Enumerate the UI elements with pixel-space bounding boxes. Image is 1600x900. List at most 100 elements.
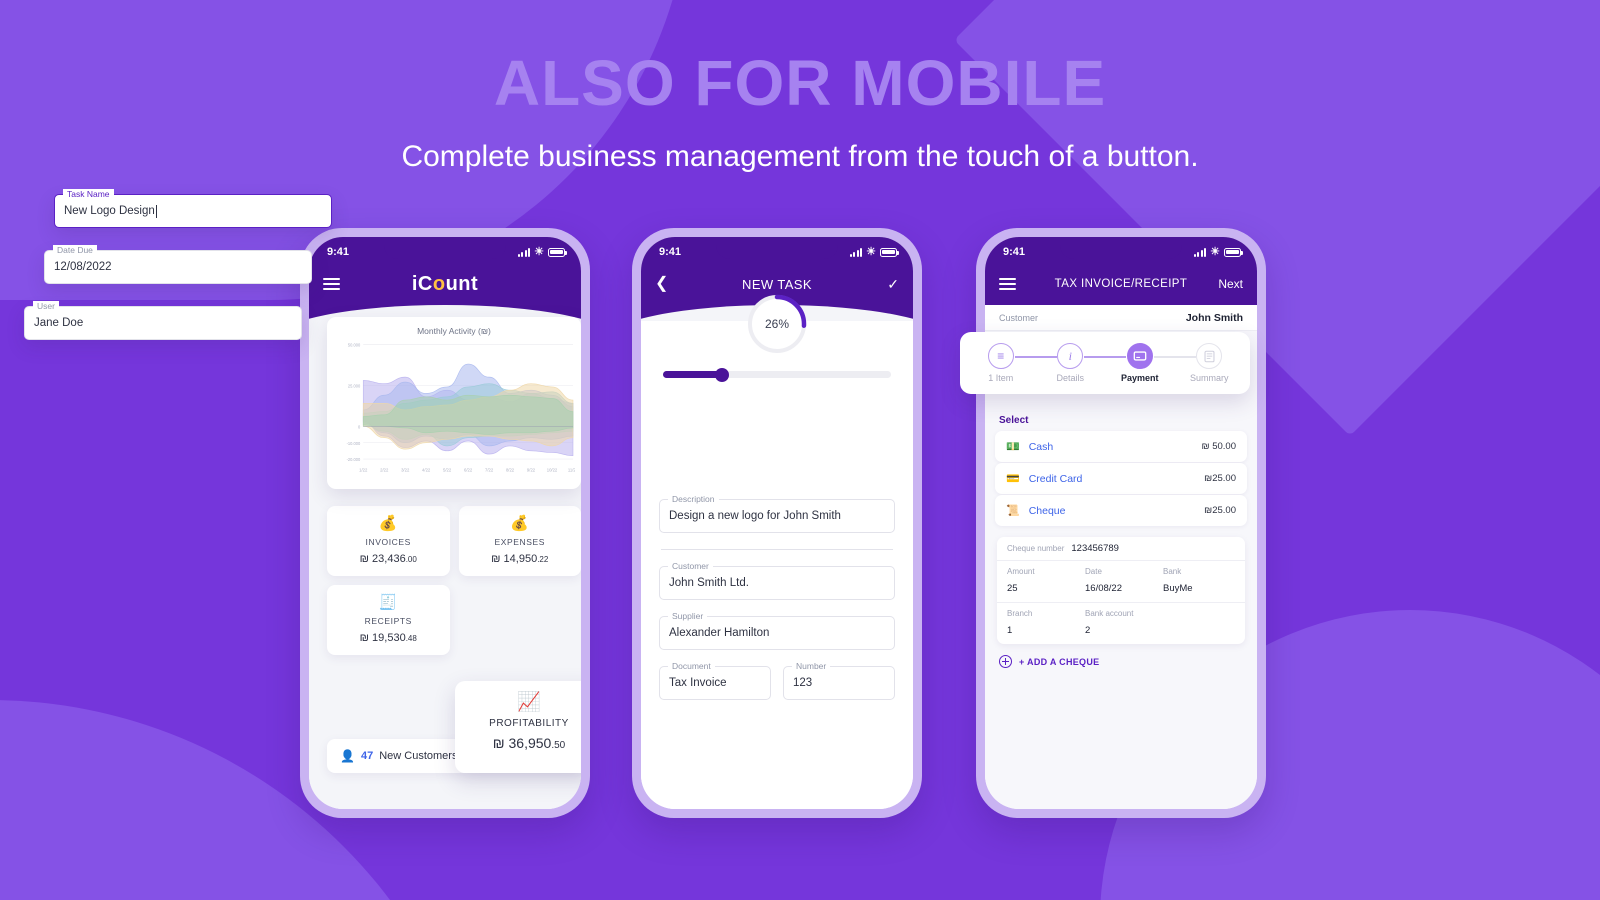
hamburger-icon[interactable] <box>323 278 340 290</box>
brand-dot: o <box>432 272 446 295</box>
stat-value: ₪ 23,436.00 <box>331 553 446 565</box>
svg-text:5/22: 5/22 <box>443 468 452 473</box>
payment-amount: ₪ 50.00 <box>1201 441 1236 452</box>
nav-title: TAX INVOICE/RECEIPT <box>1054 278 1188 290</box>
field-document[interactable]: Document Tax Invoice <box>659 661 771 700</box>
step-1-item[interactable]: ≡ 1 Item <box>969 343 1057 383</box>
checkout-stepper: ≡ 1 Item i Details Payment Summary <box>960 332 1250 394</box>
stat-card-invoices[interactable]: 💰 INVOICES ₪ 23,436.00 <box>327 506 450 576</box>
add-cheque-label: + ADD A CHEQUE <box>1019 656 1100 667</box>
nav-title: NEW TASK <box>742 276 812 292</box>
stat-card-expenses[interactable]: 💰 EXPENSES ₪ 14,950.22 <box>458 506 581 576</box>
step-details[interactable]: i Details <box>1038 343 1127 383</box>
step-payment[interactable]: Payment <box>1108 343 1196 383</box>
step-summary[interactable]: Summary <box>1177 343 1241 383</box>
field-value: New Logo Design <box>64 205 155 217</box>
field-label: Supplier <box>668 611 708 621</box>
customer-bar[interactable]: Customer John Smith <box>985 305 1257 331</box>
hamburger-icon[interactable] <box>999 278 1016 290</box>
cheque-amount-cell: Amount 25 <box>1007 567 1079 596</box>
form-divider <box>661 549 893 550</box>
task-progress-slider[interactable] <box>663 367 891 382</box>
field-user[interactable]: User Jane Doe <box>24 301 302 340</box>
svg-text:10/22: 10/22 <box>547 468 558 473</box>
cheque-bank-value: BuyMe <box>1163 583 1193 594</box>
app-brand: iCount <box>309 273 581 296</box>
card-icon <box>1126 343 1153 369</box>
battery-icon <box>1224 247 1243 257</box>
field-task-name[interactable]: Task Name New Logo Design <box>54 189 332 228</box>
field-date-due[interactable]: Date Due 12/08/2022 <box>44 245 312 284</box>
card-icon: 💳 <box>1006 473 1020 485</box>
field-supplier[interactable]: Supplier Alexander Hamilton <box>659 611 895 650</box>
cash-icon: 💵 <box>1006 441 1020 453</box>
stat-card-profitability[interactable]: 📈 PROFITABILITY ₪ 36,950.50 <box>455 681 581 773</box>
next-button[interactable]: Next <box>1218 277 1243 291</box>
phone3-notch <box>1060 237 1182 259</box>
chevron-left-icon[interactable]: ❮ <box>655 276 668 292</box>
cheque-row-2[interactable]: Branch 1 Bank account 2 <box>997 603 1245 644</box>
step-label: 1 Item <box>988 373 1014 383</box>
stat-label: INVOICES <box>365 537 411 547</box>
monthly-activity-chart: 50.000 25.000 0 -10.000 -20.000 1/22 2/22 3/22 4… <box>333 338 575 476</box>
cheque-amount-value: 25 <box>1007 583 1018 594</box>
cheque-number-value: 123456789 <box>1071 543 1119 554</box>
task-progress-ring: 26% <box>746 293 808 355</box>
select-heading: Select <box>999 415 1029 426</box>
info-icon: i <box>1057 343 1084 369</box>
receipt-icon: 🧾 <box>378 594 398 611</box>
stat-amount: ₪ 23,436 <box>359 553 406 565</box>
phone-new-task: 9:41 ☀ ❮ NEW TASK ✓ 26% Description Desi… <box>632 228 922 818</box>
cheque-account-value: 2 <box>1085 625 1091 636</box>
svg-text:-10.000: -10.000 <box>347 441 361 446</box>
signal-icon <box>849 247 863 257</box>
svg-text:6/22: 6/22 <box>464 468 473 473</box>
signal-icon <box>517 247 531 257</box>
svg-text:8/22: 8/22 <box>506 468 515 473</box>
svg-text:-20.000: -20.000 <box>347 457 361 462</box>
payment-row-credit-card[interactable]: 💳 Credit Card ₪25.00 <box>995 463 1247 494</box>
customer-value: John Smith <box>1185 311 1243 324</box>
phone1-topbar: 9:41 ☀ iCount <box>309 237 581 339</box>
phone-dashboard: 9:41 ☀ iCount Monthly Activity (₪) 50.00… <box>300 228 590 818</box>
status-time: 9:41 <box>1003 246 1026 258</box>
stat-value: ₪ 36,950.50 <box>455 735 581 751</box>
field-description[interactable]: Description Design a new logo for John S… <box>659 494 895 533</box>
phone1-notch <box>384 237 506 259</box>
payment-row-cash[interactable]: 💵 Cash ₪ 50.00 <box>995 431 1247 462</box>
field-label: Number <box>792 661 831 671</box>
svg-text:3/22: 3/22 <box>401 468 410 473</box>
stat-card-receipts[interactable]: 🧾 RECEIPTS ₪ 19,530.48 <box>327 585 450 655</box>
text-caret <box>155 204 157 218</box>
cheque-bank-label: Bank <box>1163 567 1182 576</box>
step-label: Summary <box>1189 373 1229 383</box>
brand-post: unt <box>445 272 479 295</box>
cheque-row-1[interactable]: Amount 25 Date 16/08/22 Bank BuyMe <box>997 561 1245 603</box>
stat-label: RECEIPTS <box>364 616 412 626</box>
svg-text:4/22: 4/22 <box>422 468 431 473</box>
cheque-branch-cell: Branch 1 <box>1007 609 1079 638</box>
field-number[interactable]: Number 123 <box>783 661 895 700</box>
stat-card-grid: 💰 INVOICES ₪ 23,436.00 💰 EXPENSES ₪ 14,9… <box>327 506 581 655</box>
customer-label: Customer <box>999 312 1039 323</box>
stat-amount: ₪ 19,530 <box>359 632 406 644</box>
payment-row-cheque[interactable]: 📜 Cheque ₪25.00 <box>995 495 1247 526</box>
stat-amount: ₪ 36,950 <box>492 735 552 751</box>
field-value: Jane Doe <box>34 317 84 329</box>
field-label: Description <box>668 494 719 504</box>
slider-track[interactable] <box>663 367 891 382</box>
slider-knob[interactable] <box>715 367 730 382</box>
step-label: Payment <box>1120 373 1159 383</box>
payment-method-list: 💵 Cash ₪ 50.00 💳 Credit Card ₪25.00 📜 Ch… <box>995 431 1247 527</box>
wifi-icon: ☀ <box>1210 245 1220 258</box>
cheque-number-row[interactable]: Cheque number 123456789 <box>997 537 1245 561</box>
check-icon[interactable]: ✓ <box>887 276 899 293</box>
field-label: Customer <box>668 561 713 571</box>
stat-label: EXPENSES <box>494 537 546 547</box>
svg-text:1/22: 1/22 <box>359 468 368 473</box>
field-customer[interactable]: Customer John Smith Ltd. <box>659 561 895 600</box>
cheque-number-label: Cheque number <box>1007 544 1065 553</box>
add-cheque-button[interactable]: + ADD A CHEQUE <box>999 655 1099 668</box>
cheque-account-label: Bank account <box>1085 609 1134 618</box>
signal-icon <box>1193 247 1207 257</box>
